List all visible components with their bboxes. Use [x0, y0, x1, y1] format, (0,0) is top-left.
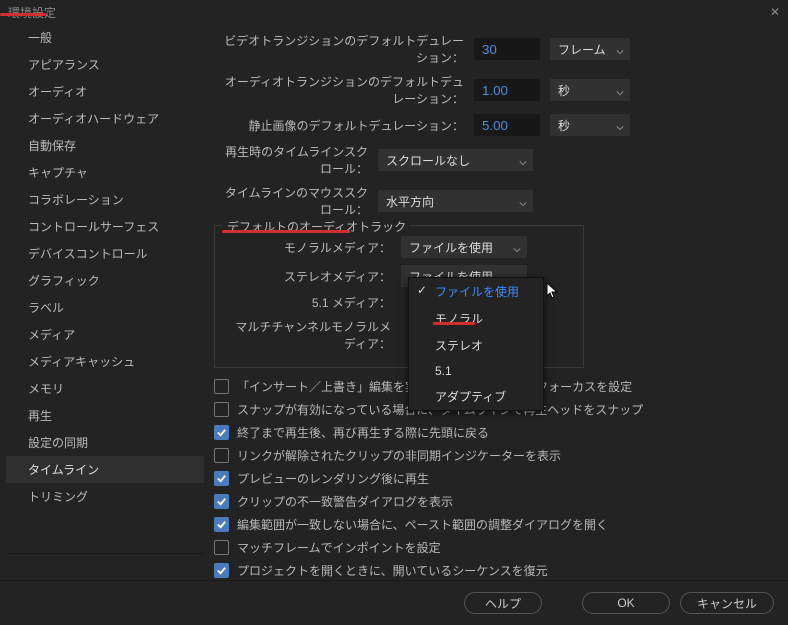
- checkbox[interactable]: [214, 448, 229, 463]
- sidebar-item[interactable]: キャプチャ: [6, 159, 204, 186]
- checkbox-label: プレビューのレンダリング後に再生: [237, 470, 429, 487]
- video-transition-input[interactable]: [474, 38, 540, 60]
- sidebar-item[interactable]: 自動保存: [6, 132, 204, 159]
- stereo-media-label: ステレオメディア：: [225, 268, 401, 285]
- chevron-down-icon: [616, 86, 624, 100]
- sidebar-item[interactable]: 再生: [6, 402, 204, 429]
- dialog-footer: ヘルプ OK キャンセル: [0, 580, 788, 625]
- still-image-unit-select[interactable]: 秒: [550, 114, 630, 136]
- chevron-down-icon: [513, 243, 521, 257]
- close-icon[interactable]: ✕: [770, 5, 780, 19]
- mono-media-select[interactable]: ファイルを使用: [401, 236, 527, 258]
- mouse-scroll-label: タイムラインのマウススクロール：: [214, 184, 378, 218]
- sidebar-item[interactable]: オーディオ: [6, 78, 204, 105]
- multichannel-media-label: マルチチャンネルモノラルメディア：: [225, 318, 401, 352]
- checkbox-label: クリップの不一致警告ダイアログを表示: [237, 493, 453, 510]
- still-image-input[interactable]: [474, 114, 540, 136]
- sidebar-item[interactable]: コラボレーション: [6, 186, 204, 213]
- select-value: スクロールなし: [386, 152, 470, 169]
- chevron-down-icon: [616, 121, 624, 135]
- timeline-scroll-label: 再生時のタイムラインスクロール：: [214, 143, 378, 177]
- sidebar-item[interactable]: 設定の同期: [6, 429, 204, 456]
- checkbox[interactable]: [214, 494, 229, 509]
- checkbox[interactable]: [214, 425, 229, 440]
- audio-transition-input[interactable]: [474, 79, 540, 101]
- mouse-scroll-select[interactable]: 水平方向: [378, 190, 533, 212]
- sidebar-item[interactable]: メモリ: [6, 375, 204, 402]
- five-one-media-label: 5.1 メディア：: [225, 294, 401, 311]
- chevron-down-icon: [519, 197, 527, 211]
- sidebar: 一般アピアランスオーディオオーディオハードウェア自動保存キャプチャコラボレーショ…: [0, 24, 210, 580]
- select-value: 水平方向: [386, 193, 434, 210]
- timeline-scroll-select[interactable]: スクロールなし: [378, 149, 533, 171]
- checkbox-label: リンクが解除されたクリップの非同期インジケーターを表示: [237, 447, 561, 464]
- sidebar-item[interactable]: 一般: [6, 24, 204, 51]
- content-panel: ビデオトランジションのデフォルトデュレーション： フレーム オーディオトランジシ…: [210, 24, 788, 580]
- still-image-label: 静止画像のデフォルトデュレーション：: [214, 117, 474, 134]
- sidebar-item[interactable]: メディアキャッシュ: [6, 348, 204, 375]
- audio-transition-label: オーディオトランジションのデフォルトデュレーション：: [214, 73, 474, 107]
- dropdown-option[interactable]: アダプティブ: [409, 383, 543, 410]
- select-value: ファイルを使用: [409, 239, 493, 256]
- chevron-down-icon: [519, 156, 527, 170]
- checkbox[interactable]: [214, 517, 229, 532]
- mouse-cursor-icon: [546, 282, 560, 303]
- select-value: 秒: [558, 82, 570, 99]
- sidebar-item[interactable]: メディア: [6, 321, 204, 348]
- stereo-media-dropdown: ファイルを使用モノラルステレオ5.1アダプティブ: [408, 277, 544, 411]
- sidebar-item[interactable]: グラフィック: [6, 267, 204, 294]
- audio-transition-unit-select[interactable]: 秒: [550, 79, 630, 101]
- checkbox-label: プロジェクトを開くときに、開いているシーケンスを復元: [237, 562, 548, 579]
- chevron-down-icon: [616, 45, 624, 59]
- annotation-underline: [222, 230, 350, 233]
- cancel-button[interactable]: キャンセル: [680, 592, 774, 614]
- dropdown-option[interactable]: 5.1: [409, 359, 543, 383]
- checkbox[interactable]: [214, 563, 229, 578]
- sidebar-item[interactable]: デバイスコントロール: [6, 240, 204, 267]
- checkbox[interactable]: [214, 540, 229, 555]
- dropdown-option[interactable]: ステレオ: [409, 332, 543, 359]
- checkbox-label: 終了まで再生後、再び再生する際に先頭に戻る: [237, 424, 489, 441]
- help-button[interactable]: ヘルプ: [464, 592, 542, 614]
- checkbox-label: マッチフレームでインポイントを設定: [237, 539, 441, 556]
- select-value: 秒: [558, 117, 570, 134]
- checkbox[interactable]: [214, 471, 229, 486]
- annotation-underline: [0, 13, 46, 16]
- annotation-underline: [433, 322, 475, 325]
- dropdown-option[interactable]: モノラル: [409, 305, 543, 332]
- ok-button[interactable]: OK: [582, 592, 670, 614]
- sidebar-item[interactable]: オーディオハードウェア: [6, 105, 204, 132]
- sidebar-item[interactable]: タイムライン: [6, 456, 204, 483]
- video-transition-label: ビデオトランジションのデフォルトデュレーション：: [214, 32, 474, 66]
- mono-media-label: モノラルメディア：: [225, 239, 401, 256]
- checkbox[interactable]: [214, 402, 229, 417]
- sidebar-item[interactable]: トリミング: [6, 483, 204, 510]
- checkbox-label: 編集範囲が一致しない場合に、ペースト範囲の調整ダイアログを開く: [237, 516, 608, 533]
- select-value: フレーム: [558, 41, 606, 58]
- sidebar-item[interactable]: アピアランス: [6, 51, 204, 78]
- sidebar-item[interactable]: ラベル: [6, 294, 204, 321]
- dropdown-option[interactable]: ファイルを使用: [409, 278, 543, 305]
- sidebar-item[interactable]: コントロールサーフェス: [6, 213, 204, 240]
- video-transition-unit-select[interactable]: フレーム: [550, 38, 630, 60]
- checkbox[interactable]: [214, 379, 229, 394]
- window-title: 環境設定: [8, 4, 56, 21]
